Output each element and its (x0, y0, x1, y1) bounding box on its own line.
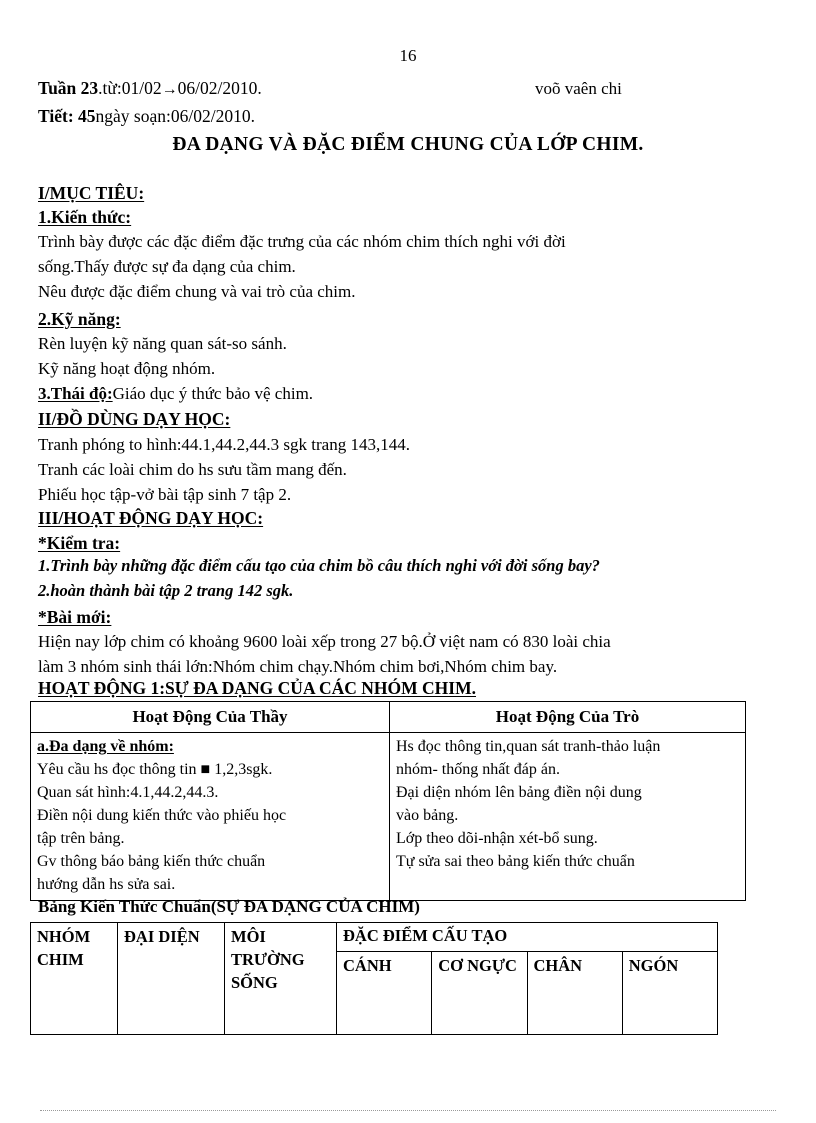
table-header-row-top: NHÓM CHIM ĐẠI DIỆN MÔI TRƯỜNG SỐNG ĐẶC Đ… (30, 922, 718, 1035)
cell-teacher-activities: a.Đa dạng về nhóm: Yêu cầu hs đọc thông … (30, 732, 390, 901)
header-line-period: Tiết: 45ngày soạn:06/02/2010. (38, 106, 738, 127)
author-name: voõ vaên chi (535, 79, 622, 98)
text-thai-do: Giáo dục ý thức bảo vệ chim. (112, 384, 314, 403)
page-title: ĐA DẠNG VÀ ĐẶC ĐIỂM CHUNG CỦA LỚP CHIM. (172, 134, 644, 155)
col-header-moi-truong-song: MÔI TRƯỜNG SỐNG (224, 922, 337, 1035)
activity-table: Hoạt Động Của Thầy Hoạt Động Của Trò a.Đ… (30, 701, 746, 901)
text-kiem-tra-q2: 2.hoàn thành bài tập 2 trang 142 sgk. (38, 581, 294, 600)
text-do-dung-line3: Phiếu học tập-vở bài tập sinh 7 tập 2. (38, 485, 292, 504)
text-ky-nang-line2: Kỹ năng hoạt động nhóm. (38, 359, 216, 378)
footer-divider (40, 1110, 776, 1111)
text-kien-thuc-line3: Nêu được đặc điểm chung và vai trò của c… (38, 282, 356, 301)
teacher-line-4: tập trên bảng. (37, 830, 125, 847)
heading-kiem-tra: *Kiểm tra: (38, 533, 121, 553)
text-kien-thuc-line1: Trình bày được các đặc điểm đặc trưng củ… (38, 232, 566, 251)
heading-hoat-dong-day-hoc: III/HOẠT ĐỘNG DẠY HỌC: (38, 508, 264, 528)
table-row: a.Đa dạng về nhóm: Yêu cầu hs đọc thông … (30, 732, 746, 901)
col-header-dai-dien: ĐẠI DIỆN (117, 922, 225, 1035)
col-header-chan: CHÂN (526, 951, 623, 1035)
col-header-student: Hoạt Động Của Trò (389, 701, 746, 733)
heading-muc-tieu: I/MỤC TIÊU: (38, 183, 145, 203)
teacher-line-1: Yêu cầu hs đọc thông tin ■ 1,2,3sgk. (37, 761, 273, 778)
heading-kien-thuc: 1.Kiến thức: (38, 207, 132, 227)
teacher-line-2: Quan sát hình:4.1,44.2,44.3. (37, 784, 219, 801)
header-line-week: Tuần 23.từ:01/02→06/02/2010. voõ vaên ch… (38, 78, 738, 100)
text-kien-thuc-line2: sống.Thấy được sự đa dạng của chim. (38, 257, 296, 276)
teacher-line-5: Gv thông báo bảng kiến thức chuẩn (37, 853, 266, 870)
week-to: 06/02/2010. (177, 78, 262, 98)
heading-do-dung-day-hoc: II/ĐỒ DÙNG DẠY HỌC: (38, 409, 231, 429)
student-line-1: nhóm- thống nhất đáp án. (396, 761, 560, 778)
cell-student-activities: Hs đọc thông tin,quan sát tranh-thảo luậ… (389, 732, 746, 901)
text-bai-moi-line2: làm 3 nhóm sinh thái lớn:Nhóm chim chạy.… (38, 657, 558, 676)
heading-hoat-dong-1: HOẠT ĐỘNG 1:SỰ ĐA DẠNG CỦA CÁC NHÓM CHIM… (38, 678, 476, 698)
table-header-row: Hoạt Động Của Thầy Hoạt Động Của Trò (30, 701, 746, 733)
text-bai-moi-line1: Hiện nay lớp chim có khoảng 9600 loài xế… (38, 632, 611, 651)
period-label: Tiết: 45 (38, 106, 96, 126)
header-week-text: Tuần 23.từ:01/02→06/02/2010. (38, 78, 262, 100)
week-from: .từ:01/02 (98, 78, 162, 98)
heading-bai-moi: *Bài mới: (38, 607, 112, 627)
page-number: 16 (399, 46, 417, 65)
student-line-4: Lớp theo dõi-nhận xét-bổ sung. (396, 830, 598, 847)
knowledge-table: NHÓM CHIM ĐẠI DIỆN MÔI TRƯỜNG SỐNG ĐẶC Đ… (30, 922, 719, 1035)
text-ky-nang-line1: Rèn luyện kỹ năng quan sát-so sánh. (38, 334, 287, 353)
document-page: 16 Tuần 23.từ:01/02→06/02/2010. voõ vaên… (0, 0, 816, 1123)
col-header-teacher: Hoạt Động Của Thầy (30, 701, 390, 733)
period-date: ngày soạn:06/02/2010. (95, 106, 255, 126)
heading-ky-nang: 2.Kỹ năng: (38, 309, 121, 329)
text-do-dung-line1: Tranh phóng to hình:44.1,44.2,44.3 sgk t… (38, 435, 410, 454)
col-header-nhom-chim: NHÓM CHIM (30, 922, 118, 1035)
week-label: Tuần 23 (38, 78, 99, 98)
col-header-canh: CÁNH (335, 951, 433, 1035)
teacher-line-3: Điền nội dung kiến thức vào phiếu học (37, 807, 287, 824)
text-do-dung-line2: Tranh các loài chim do hs sưu tầm mang đ… (38, 460, 347, 479)
student-line-5: Tự sửa sai theo bảng kiến thức chuẩn (396, 853, 635, 870)
line-thai-do: 3.Thái độ:Giáo dục ý thức bảo vệ chim. (38, 384, 313, 404)
col-group-header-dac-diem-cau-tao: ĐẶC ĐIỂM CẤU TẠO (336, 922, 718, 952)
student-line-3: vào bảng. (396, 807, 459, 824)
teacher-line-0: a.Đa dạng về nhóm: (37, 738, 174, 755)
label-thai-do: 3.Thái độ: (38, 384, 113, 403)
col-header-co-nguc: CƠ NGỰC (431, 951, 528, 1035)
arrow-icon: → (161, 81, 178, 98)
teacher-line-6: hướng dẫn hs sửa sai. (37, 876, 176, 893)
text-kiem-tra-q1: 1.Trình bày những đặc điểm cấu tạo của c… (38, 556, 600, 575)
student-line-0: Hs đọc thông tin,quan sát tranh-thảo luậ… (396, 738, 661, 755)
knowledge-table-caption: Bảng Kiến Thức Chuẩn(SỰ ĐA DẠNG CỦA CHIM… (38, 897, 420, 916)
student-line-2: Đại diện nhóm lên bảng điền nội dung (396, 784, 642, 801)
col-header-ngon: NGÓN (621, 951, 719, 1035)
